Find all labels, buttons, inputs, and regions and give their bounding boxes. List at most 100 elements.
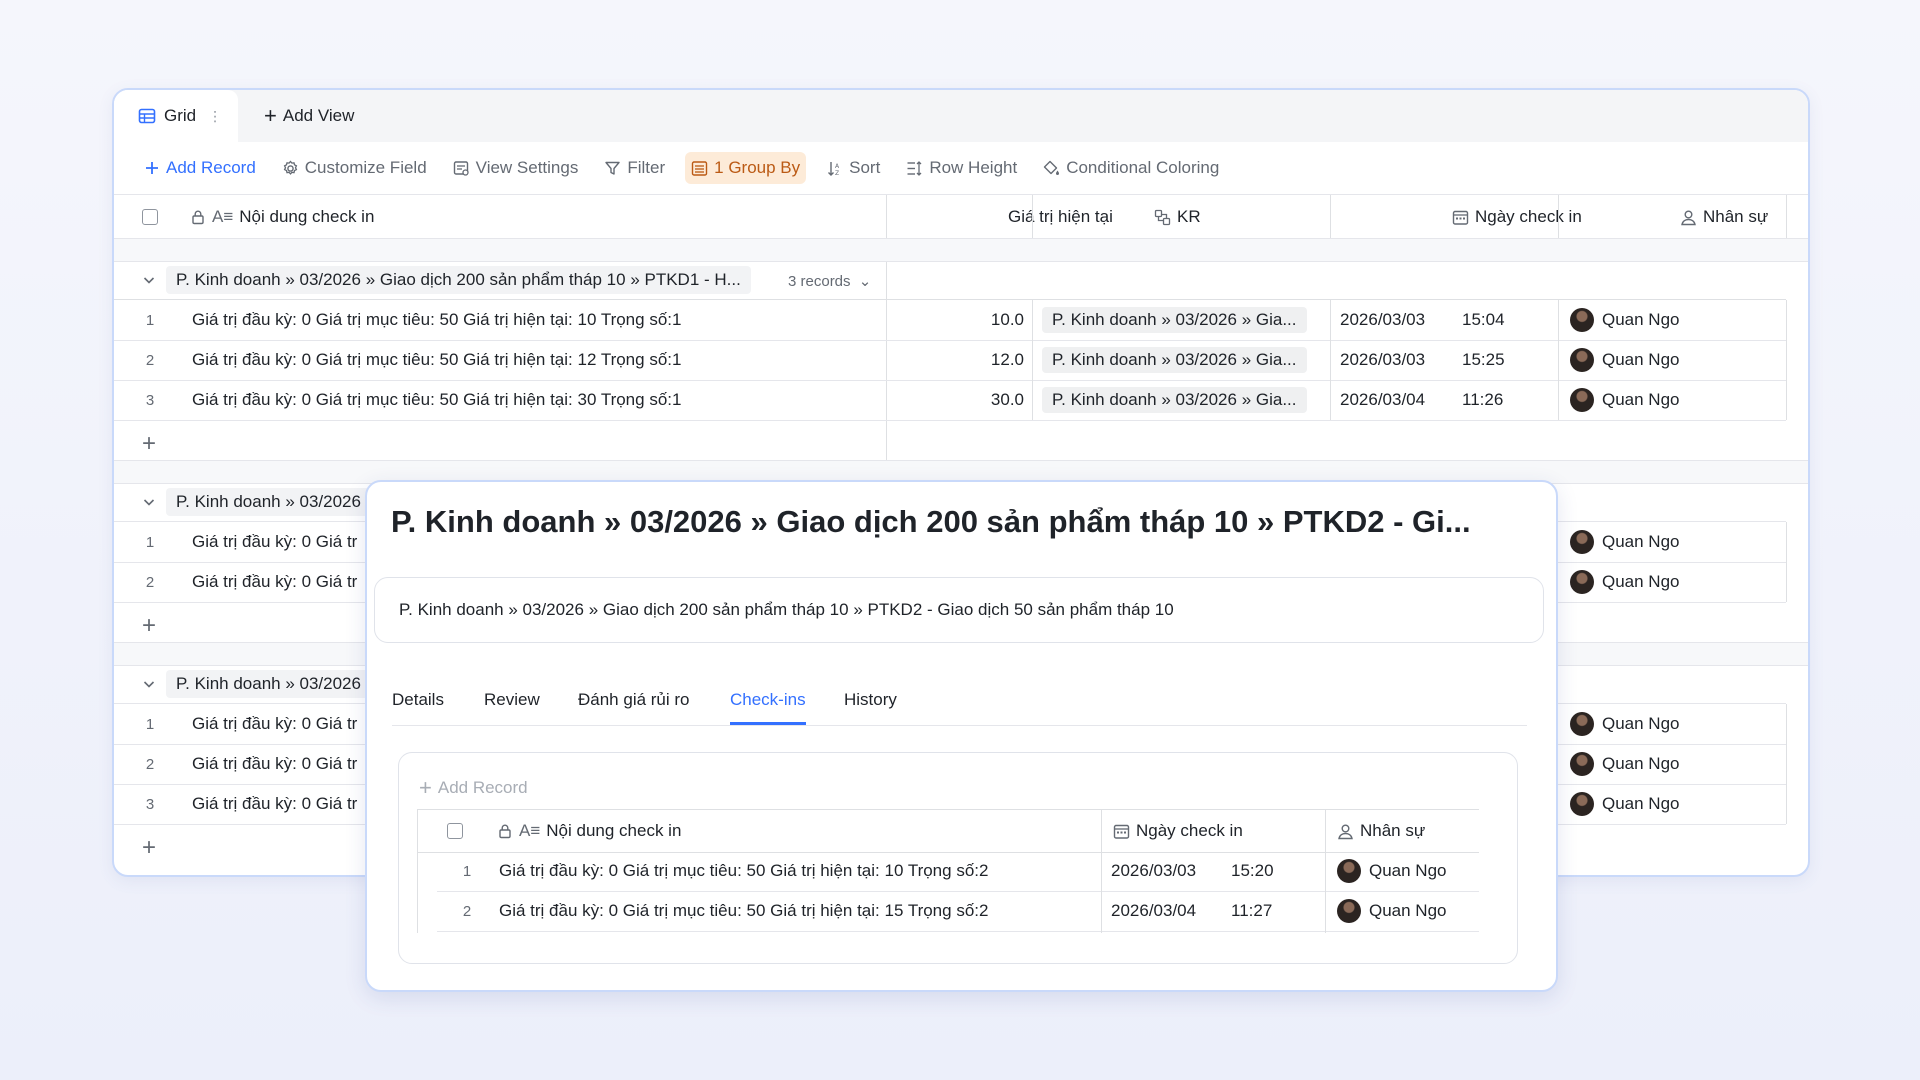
chevron-down-icon[interactable] [142,677,156,691]
group-header[interactable]: P. Kinh doanh » 03/2026 » Giao dịch 200 … [114,261,1808,299]
row-person[interactable]: Quan Ngo [1337,859,1447,883]
avatar [1337,859,1361,883]
view-tab-grid[interactable]: Grid ⋮ [114,90,238,142]
row-content: Giá trị đầu kỳ: 0 Giá trị mục tiêu: 50 G… [499,901,989,920]
add-view-label: Add View [282,106,355,125]
modal-tabs: Details Review Đánh giá rủi ro Check-ins… [392,687,1527,726]
person-name: Quan Ngo [1602,572,1680,591]
svg-text:A: A [835,163,840,170]
lock-icon [499,824,511,839]
row-time: 15:04 [1462,310,1505,329]
row-person[interactable]: Quan Ngo [1337,899,1447,923]
row-current-value: 10.0 [990,310,1024,329]
row-person[interactable]: Quan Ngo [1570,712,1680,736]
row-person[interactable]: Quan Ngo [1570,388,1680,412]
header-person-label: Nhân sự [1360,821,1426,840]
tab-risk-assessment[interactable]: Đánh giá rủi ro [578,687,690,725]
row-content: Giá trị đầu kỳ: 0 Giá tr [192,714,358,733]
header-person[interactable]: Nhân sự [1670,195,1808,239]
add-record-button[interactable]: Add Record [138,152,262,184]
header-person[interactable]: Nhân sự [1327,810,1425,852]
record-name-field[interactable]: P. Kinh doanh » 03/2026 » Giao dịch 200 … [374,577,1544,643]
person-name: Quan Ngo [1602,714,1680,733]
tab-history[interactable]: History [844,687,897,725]
header-date[interactable]: Ngày check in [1103,810,1243,852]
paint-bucket-icon [1044,160,1060,175]
record-detail-modal: P. Kinh doanh » 03/2026 » Giao dịch 200 … [365,480,1558,992]
header-date[interactable]: Ngày check in [1442,195,1670,239]
row-height-button[interactable]: Row Height [900,152,1023,184]
tab-review[interactable]: Review [484,687,540,725]
row-content: Giá trị đầu kỳ: 0 Giá tr [192,794,358,813]
person-name: Quan Ngo [1602,390,1680,409]
person-icon [1338,824,1353,839]
table-row[interactable]: 3 Giá trị đầu kỳ: 0 Giá trị mục tiêu: 50… [114,380,1786,421]
group-by-button[interactable]: 1 Group By [685,152,807,184]
table-row[interactable]: 2 Giá trị đầu kỳ: 0 Giá trị mục tiêu: 50… [437,891,1479,932]
avatar [1570,712,1594,736]
more-vertical-icon[interactable]: ⋮ [208,108,222,125]
toolbar: Add Record Customize Field View Settings… [114,142,1808,194]
header-content[interactable]: A≡ Nội dung check in [180,195,1000,239]
person-name: Quan Ngo [1369,861,1447,880]
tab-check-ins[interactable]: Check-ins [730,687,806,725]
row-person[interactable]: Quan Ngo [1570,752,1680,776]
row-person[interactable]: Quan Ngo [1570,348,1680,372]
tab-details[interactable]: Details [392,687,444,725]
calendar-icon [1452,210,1469,225]
table-row[interactable]: 1 Giá trị đầu kỳ: 0 Giá trị mục tiêu: 50… [437,851,1479,892]
header-content-label: Nội dung check in [546,821,682,840]
add-row-button[interactable]: + [142,430,156,458]
row-number: 2 [145,573,155,591]
check-ins-panel: + Add Record A≡ Nội dung check in Ngày c… [398,752,1518,964]
add-row-button[interactable]: + [142,612,156,640]
row-number: 1 [145,715,155,733]
select-all-checkbox[interactable] [142,209,158,225]
customize-field-button[interactable]: Customize Field [276,152,433,184]
header-content[interactable]: A≡ Nội dung check in [487,810,681,852]
check-ins-table: A≡ Nội dung check in Ngày check in Nhân … [417,809,1479,933]
table-row[interactable]: 2 Giá trị đầu kỳ: 0 Giá trị mục tiêu: 50… [114,340,1786,381]
record-count-label: 3 records [788,273,851,290]
person-name: Quan Ngo [1602,754,1680,773]
header-kr[interactable]: KR [1144,195,1442,239]
add-record-button[interactable]: + Add Record [419,775,528,801]
row-time: 15:20 [1231,861,1274,880]
grid-header: A≡ Nội dung check in Giá trị hiện tại KR… [114,194,1808,240]
filter-button[interactable]: Filter [598,152,671,184]
conditional-coloring-button[interactable]: Conditional Coloring [1037,152,1225,184]
chevron-down-icon: ⌄ [858,273,872,290]
group-record-count[interactable]: 3 records ⌄ [788,272,871,290]
row-person[interactable]: Quan Ngo [1570,792,1680,816]
row-current-value: 12.0 [990,350,1024,369]
chevron-down-icon[interactable] [142,273,156,287]
chevron-down-icon[interactable] [142,495,156,509]
person-name: Quan Ngo [1602,794,1680,813]
sort-button[interactable]: AZ Sort [820,152,886,184]
row-person[interactable]: Quan Ngo [1570,530,1680,554]
filter-icon [605,161,621,175]
row-current-value: 30.0 [990,390,1024,409]
row-person[interactable]: Quan Ngo [1570,570,1680,594]
add-row-button[interactable]: + [142,834,156,862]
view-settings-button[interactable]: View Settings [447,152,585,184]
plus-icon: + [264,103,277,128]
row-date: 2026/03/04 [1111,901,1197,920]
add-view-button[interactable]: + Add View [264,90,354,142]
row-content: Giá trị đầu kỳ: 0 Giá tr [192,532,358,551]
header-current-value[interactable]: Giá trị hiện tại [998,195,1144,239]
row-number: 2 [145,351,155,369]
table-row[interactable]: 1 Giá trị đầu kỳ: 0 Giá trị mục tiêu: 50… [114,300,1786,341]
row-person[interactable]: Quan Ngo [1570,308,1680,332]
gear-icon [283,160,298,175]
group-path: P. Kinh doanh » 03/2026 » Giao dịch 200 … [166,266,751,294]
record-name-value: P. Kinh doanh » 03/2026 » Giao dịch 200 … [399,600,1174,619]
select-all-checkbox[interactable] [447,823,463,839]
row-kr-tag[interactable]: P. Kinh doanh » 03/2026 » Gia... [1042,347,1307,373]
row-kr-tag[interactable]: P. Kinh doanh » 03/2026 » Gia... [1042,387,1307,413]
row-number: 2 [145,755,155,773]
avatar [1337,899,1361,923]
row-content: Giá trị đầu kỳ: 0 Giá trị mục tiêu: 50 G… [192,390,682,409]
row-time: 11:26 [1462,390,1504,409]
row-kr-tag[interactable]: P. Kinh doanh » 03/2026 » Gia... [1042,307,1307,333]
